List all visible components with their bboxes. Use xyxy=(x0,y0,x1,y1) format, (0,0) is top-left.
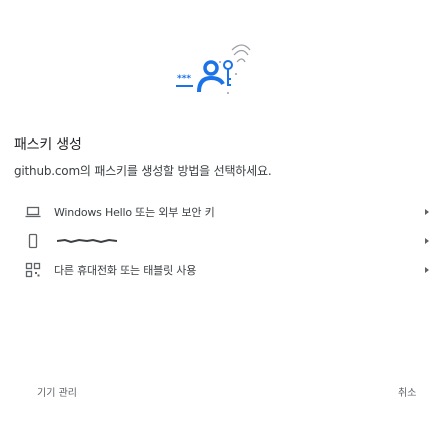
manage-devices-link[interactable]: 기기 관리 xyxy=(37,384,77,399)
passkey-illustration-icon: *** xyxy=(176,44,251,94)
option-label: Windows Hello 또는 외부 보안 키 xyxy=(54,206,215,219)
chevron-right-icon xyxy=(425,209,429,215)
option-windows-hello[interactable]: Windows Hello 또는 외부 보안 키 xyxy=(0,197,443,227)
chevron-right-icon xyxy=(425,267,429,273)
dialog-subtitle: github.com의 패스키를 생성할 방법을 선택하세요. xyxy=(14,164,272,178)
laptop-icon xyxy=(25,206,41,218)
phone-icon xyxy=(28,233,38,249)
option-phone[interactable] xyxy=(0,226,443,256)
qr-code-icon xyxy=(25,262,41,278)
chevron-right-icon xyxy=(425,238,429,244)
dialog-title: 패스키 생성 xyxy=(14,137,82,153)
cancel-button[interactable]: 취소 xyxy=(398,384,416,399)
svg-text:***: *** xyxy=(177,74,191,84)
option-label: 다른 휴대전화 또는 태블릿 사용 xyxy=(54,264,197,277)
redacted-label xyxy=(57,238,117,244)
option-other-phone[interactable]: 다른 휴대전화 또는 태블릿 사용 xyxy=(0,255,443,285)
hero-illustration: *** xyxy=(0,0,443,120)
